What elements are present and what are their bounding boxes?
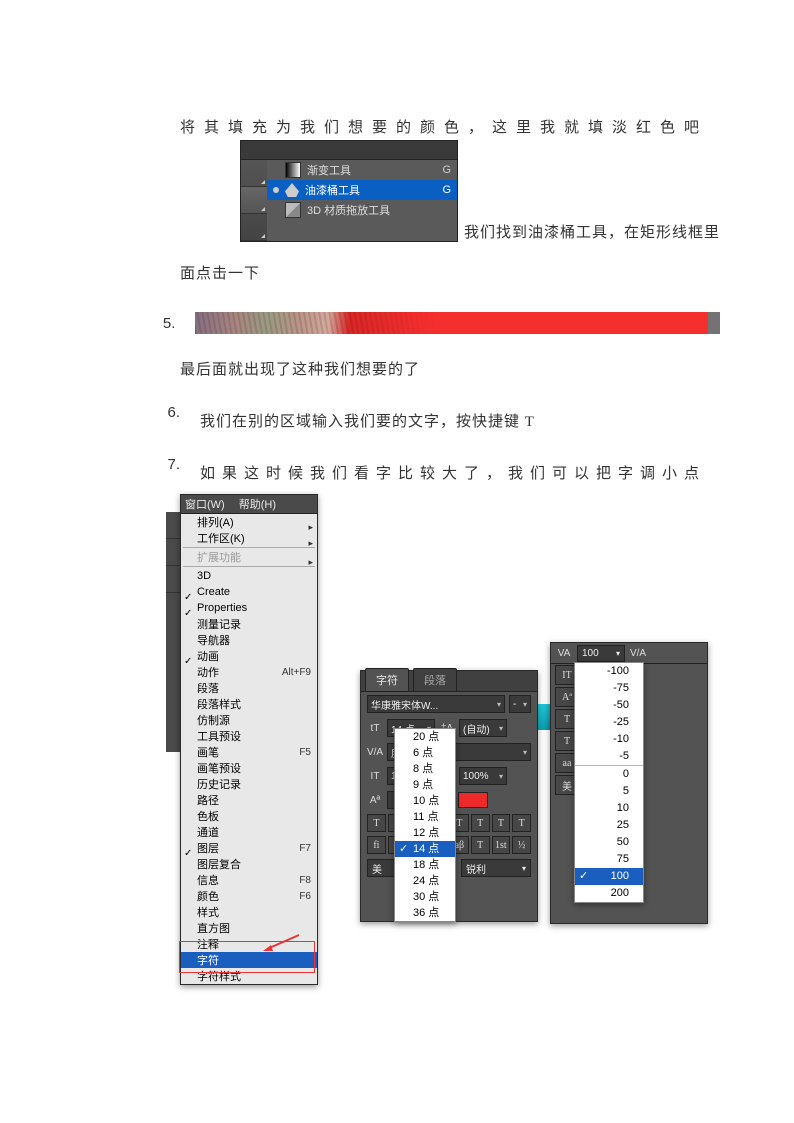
menu-item[interactable]: 直方图	[181, 920, 317, 936]
tab-paragraph[interactable]: 段落	[413, 668, 457, 691]
font-family-field[interactable]: 华康雅宋体W...	[367, 695, 505, 713]
after-tool-text2: 面点击一下	[120, 256, 720, 292]
hscale-field[interactable]: 100%	[459, 767, 507, 785]
step7-num: 7.	[120, 456, 200, 473]
tracking-option[interactable]: -75	[575, 680, 643, 697]
size-option[interactable]: 10 点	[395, 793, 455, 809]
step6-text: 我们在别的区域输入我们要的文字，按快捷键 T	[200, 404, 720, 440]
menu-item[interactable]: 段落	[181, 680, 317, 696]
menu-item[interactable]: 画笔F5	[181, 744, 317, 760]
tracking-option[interactable]: 200	[575, 885, 643, 902]
menu-item[interactable]: 信息F8	[181, 872, 317, 888]
menu-item[interactable]: 3D	[181, 568, 317, 584]
va-field[interactable]: 100	[577, 645, 625, 662]
menu-item[interactable]: 历史记录	[181, 776, 317, 792]
size-option[interactable]: 8 点	[395, 761, 455, 777]
tracking-option[interactable]: -50	[575, 697, 643, 714]
step7-text: 如果这时候我们看字比较大了，我们可以把字调小点	[200, 456, 720, 492]
menu-item[interactable]: 路径	[181, 792, 317, 808]
style-button[interactable]: T	[492, 814, 511, 832]
panels-screenshot: : : 窗口(W) 帮助(H) 排列(A)工作区(K)扩展功能3DCreateP…	[180, 494, 720, 939]
menu-item[interactable]: 工作区(K)	[181, 530, 317, 546]
after-tool-text: 我们找到油漆桶工具，在矩形线框里	[464, 221, 720, 242]
step5-num: 5.	[120, 315, 195, 332]
menu-item[interactable]: 导航器	[181, 632, 317, 648]
tracking-option[interactable]: -5	[575, 748, 643, 765]
ot-feature-button[interactable]: 1st	[492, 836, 511, 854]
size-option[interactable]: 20 点	[395, 729, 455, 745]
size-icon: tT	[367, 720, 383, 736]
size-option[interactable]: 6 点	[395, 745, 455, 761]
baseline-icon: Aª	[367, 792, 383, 808]
style-button[interactable]: T	[367, 814, 386, 832]
tracking-option[interactable]: 50	[575, 834, 643, 851]
menu-item[interactable]: 字符样式	[181, 968, 317, 984]
tool-flyout-screenshot: 渐变工具G油漆桶工具G3D 材质拖放工具	[240, 140, 458, 242]
menu-item[interactable]: 工具预设	[181, 728, 317, 744]
size-option[interactable]: 9 点	[395, 777, 455, 793]
tracking-option[interactable]: -100	[575, 663, 643, 680]
font-size-dropdown[interactable]: 20 点6 点8 点9 点10 点11 点12 点14 点18 点24 点30 …	[394, 728, 456, 922]
menu-help[interactable]: 帮助(H)	[239, 496, 276, 512]
menu-item[interactable]: 排列(A)	[181, 514, 317, 530]
color-swatch[interactable]	[458, 792, 488, 808]
tracking-option[interactable]: 100	[575, 868, 643, 885]
step5-text: 最后面就出现了这种我们想要的了	[120, 352, 720, 388]
menu-item[interactable]: 图层复合	[181, 856, 317, 872]
tracking-dropdown[interactable]: -100-75-50-25-10-50510255075100200	[574, 662, 644, 903]
ot-feature-button[interactable]: fi	[367, 836, 386, 854]
tracking-option[interactable]: 25	[575, 817, 643, 834]
size-option[interactable]: 12 点	[395, 825, 455, 841]
size-option[interactable]: 14 点	[395, 841, 455, 857]
size-option[interactable]: 18 点	[395, 857, 455, 873]
tool-item[interactable]: 渐变工具G	[267, 160, 457, 180]
size-option[interactable]: 24 点	[395, 873, 455, 889]
menu-item[interactable]: 画笔预设	[181, 760, 317, 776]
menu-item[interactable]: 测量记录	[181, 616, 317, 632]
size-option[interactable]: 36 点	[395, 905, 455, 921]
menu-item[interactable]: 色板	[181, 808, 317, 824]
tracking-option[interactable]: 10	[575, 800, 643, 817]
style-button[interactable]: T	[512, 814, 531, 832]
menu-item[interactable]: 动作Alt+F9	[181, 664, 317, 680]
tool-item[interactable]: 3D 材质拖放工具	[267, 200, 457, 220]
kern-icon: V/A	[367, 744, 383, 760]
tracking-option[interactable]: 0	[575, 765, 643, 783]
aa-field[interactable]: 锐利	[461, 859, 531, 877]
ot-feature-button[interactable]: ½	[512, 836, 531, 854]
menu-item[interactable]: 颜色F6	[181, 888, 317, 904]
vscale-icon: IT	[367, 768, 383, 784]
menu-window[interactable]: 窗口(W)	[185, 496, 225, 512]
menu-item: 扩展功能	[181, 549, 317, 565]
menu-item[interactable]: Properties	[181, 600, 317, 616]
menu-item[interactable]: 动画	[181, 648, 317, 664]
menu-item[interactable]: 图层F7	[181, 840, 317, 856]
ot-feature-button[interactable]: T	[471, 836, 490, 854]
menu-item[interactable]: 字符	[181, 952, 317, 968]
tool-item[interactable]: 油漆桶工具G	[267, 180, 457, 200]
font-style-field[interactable]: -	[509, 695, 531, 713]
size-option[interactable]: 11 点	[395, 809, 455, 825]
accent	[538, 704, 550, 730]
size-option[interactable]: 30 点	[395, 889, 455, 905]
va2-icon: V/A	[629, 648, 647, 659]
leading-field[interactable]: (自动)	[459, 719, 507, 737]
menu-item[interactable]: Create	[181, 584, 317, 600]
tracking-option[interactable]: -10	[575, 731, 643, 748]
red-bar-screenshot	[195, 312, 720, 334]
style-button[interactable]: T	[471, 814, 490, 832]
menu-item[interactable]: 样式	[181, 904, 317, 920]
step6-num: 6.	[120, 404, 200, 421]
menu-item[interactable]: 仿制源	[181, 712, 317, 728]
menu-item[interactable]: 通道	[181, 824, 317, 840]
tracking-option[interactable]: 5	[575, 783, 643, 800]
tab-character[interactable]: 字符	[365, 668, 409, 691]
window-menu[interactable]: 窗口(W) 帮助(H) 排列(A)工作区(K) 扩展功能 3DCreatePrope…	[180, 494, 318, 985]
menu-item[interactable]: 注释	[181, 936, 317, 952]
menu-item[interactable]: 段落样式	[181, 696, 317, 712]
tracking-option[interactable]: 75	[575, 851, 643, 868]
toolstrip	[166, 512, 180, 752]
va-icon: VA	[555, 648, 573, 659]
tracking-option[interactable]: -25	[575, 714, 643, 731]
